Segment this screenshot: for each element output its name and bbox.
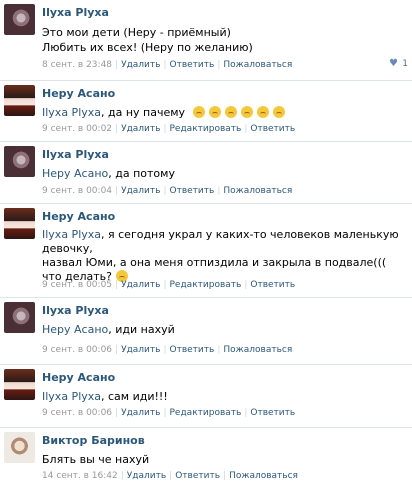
delete-link[interactable]: Удалить xyxy=(121,60,160,70)
comment-meta: 9 сент. в 00:05 | Удалить | Редактировать | От… xyxy=(42,280,296,290)
author-name[interactable]: Ilyxa Plyxa xyxy=(42,148,109,161)
reply-link[interactable]: Ответить xyxy=(250,408,295,418)
crying-emoji-icon xyxy=(224,106,237,118)
comment-text-line: назвал Юми, а она меня отпиздила и закры… xyxy=(42,256,387,269)
crying-emoji-icon xyxy=(208,106,221,118)
comment-item: Ilyxa Plyxa Неру Асано, да потому 9 сент… xyxy=(0,142,412,204)
author-name[interactable]: Ilyxa Plyxa xyxy=(42,6,109,19)
timestamp[interactable]: 9 сент. в 00:05 xyxy=(42,280,112,290)
comment-item: Ilyxa Plyxa Неру Асано, иди нахуй 9 сент… xyxy=(0,298,412,365)
edit-link[interactable]: Редактировать xyxy=(170,280,242,290)
comment-text-content: , да ну пачему xyxy=(101,106,186,119)
avatar[interactable] xyxy=(4,369,35,400)
comment-text: Блять вы че нахуй xyxy=(42,452,402,467)
reply-mention-link[interactable]: Ilyxa Plyxa xyxy=(42,228,101,241)
timestamp[interactable]: 9 сент. в 00:04 xyxy=(42,186,112,196)
timestamp[interactable]: 9 сент. в 00:06 xyxy=(42,408,112,418)
edit-link[interactable]: Редактировать xyxy=(170,408,242,418)
timestamp[interactable]: 9 сент. в 00:02 xyxy=(42,124,112,134)
report-link[interactable]: Пожаловаться xyxy=(223,60,292,70)
author-name[interactable]: Виктор Баринов xyxy=(42,434,145,447)
delete-link[interactable]: Удалить xyxy=(121,280,160,290)
comment-text-content: , да потому xyxy=(108,167,175,180)
delete-link[interactable]: Удалить xyxy=(121,124,160,134)
reply-mention-link[interactable]: Ilyxa Plyxa xyxy=(42,390,101,403)
comment-text: Ilyxa Plyxa, сам иди!!! xyxy=(42,389,402,404)
avatar[interactable] xyxy=(4,302,35,333)
avatar[interactable] xyxy=(4,85,35,116)
comment-meta: 9 сент. в 00:06 | Удалить | Ответить | Пожалов… xyxy=(42,345,293,355)
reply-link[interactable]: Ответить xyxy=(175,471,220,481)
comments-list: Ilyxa Plyxa Это мои дети (Неру - приёмны… xyxy=(0,0,412,487)
comment-item: Неру Асано Ilyxa Plyxa, сам иди!!! 9 сен… xyxy=(0,365,412,428)
heart-icon[interactable]: ♥ xyxy=(389,58,398,69)
author-name[interactable]: Неру Асано xyxy=(42,210,115,223)
comment-text: Ilyxa Plyxa, я сегодня украл у каких-то … xyxy=(42,228,402,284)
crying-emoji-icon xyxy=(256,106,269,118)
delete-link[interactable]: Удалить xyxy=(121,186,160,196)
comment-text: Неру Асано, да потому xyxy=(42,166,402,181)
comment-meta: 9 сент. в 00:06 | Удалить | Редактировать | От… xyxy=(42,408,296,418)
avatar[interactable] xyxy=(4,208,35,239)
comment-text-line: Любить их всех! (Неру по желанию) xyxy=(42,41,253,54)
reply-link[interactable]: Ответить xyxy=(170,60,215,70)
comment-text-content: , иди нахуй xyxy=(108,323,175,336)
crying-emoji-icon xyxy=(272,106,285,118)
comment-meta: 9 сент. в 00:04 | Удалить | Ответить | Пожалов… xyxy=(42,186,293,196)
reply-link[interactable]: Ответить xyxy=(170,186,215,196)
avatar[interactable] xyxy=(4,432,35,463)
timestamp[interactable]: 9 сент. в 00:06 xyxy=(42,345,112,355)
avatar[interactable] xyxy=(4,4,35,35)
reply-link[interactable]: Ответить xyxy=(250,280,295,290)
comment-meta: 14 сент. в 16:42 | Удалить | Ответить | Пожало… xyxy=(42,471,298,481)
delete-link[interactable]: Удалить xyxy=(121,345,160,355)
comment-text: Это мои дети (Неру - приёмный) Любить их… xyxy=(42,25,402,55)
comment-text-line: Это мои дети (Неру - приёмный) xyxy=(42,26,231,39)
reply-link[interactable]: Ответить xyxy=(170,345,215,355)
crying-emoji-icon xyxy=(240,106,253,118)
comment-item: Неру Асано Ilyxa Plyxa, да ну пачему 9 с… xyxy=(0,81,412,142)
report-link[interactable]: Пожаловаться xyxy=(223,345,292,355)
report-link[interactable]: Пожаловаться xyxy=(229,471,298,481)
crying-emoji-icon xyxy=(192,106,205,118)
comment-item: Неру Асано Ilyxa Plyxa, я сегодня украл … xyxy=(0,204,412,298)
like-count: 1 xyxy=(402,59,408,69)
comment-text: Неру Асано, иди нахуй xyxy=(42,322,402,337)
timestamp[interactable]: 8 сент. в 23:48 xyxy=(42,60,112,70)
reply-link[interactable]: Ответить xyxy=(250,124,295,134)
comment-item: Ilyxa Plyxa Это мои дети (Неру - приёмны… xyxy=(0,0,412,81)
reply-mention-link[interactable]: Неру Асано xyxy=(42,167,108,180)
edit-link[interactable]: Редактировать xyxy=(170,124,242,134)
author-name[interactable]: Неру Асано xyxy=(42,371,115,384)
reply-mention-link[interactable]: Ilyxa Plyxa xyxy=(42,106,101,119)
delete-link[interactable]: Удалить xyxy=(127,471,166,481)
author-name[interactable]: Ilyxa Plyxa xyxy=(42,304,109,317)
avatar[interactable] xyxy=(4,146,35,177)
comment-text-content: , сам иди!!! xyxy=(101,390,168,403)
reply-mention-link[interactable]: Неру Асано xyxy=(42,323,108,336)
comment-meta: 9 сент. в 00:02 | Удалить | Редактировать | От… xyxy=(42,124,296,134)
comment-text: Ilyxa Plyxa, да ну пачему xyxy=(42,105,402,120)
comment-item: Виктор Баринов Блять вы че нахуй 14 сент… xyxy=(0,428,412,487)
timestamp[interactable]: 14 сент. в 16:42 xyxy=(42,471,118,481)
author-name[interactable]: Неру Асано xyxy=(42,87,115,100)
delete-link[interactable]: Удалить xyxy=(121,408,160,418)
report-link[interactable]: Пожаловаться xyxy=(223,186,292,196)
comment-meta: 8 сент. в 23:48 | Удалить | Ответить | Пожалов… xyxy=(42,60,293,70)
comment-text-content: Блять вы че нахуй xyxy=(42,453,150,466)
